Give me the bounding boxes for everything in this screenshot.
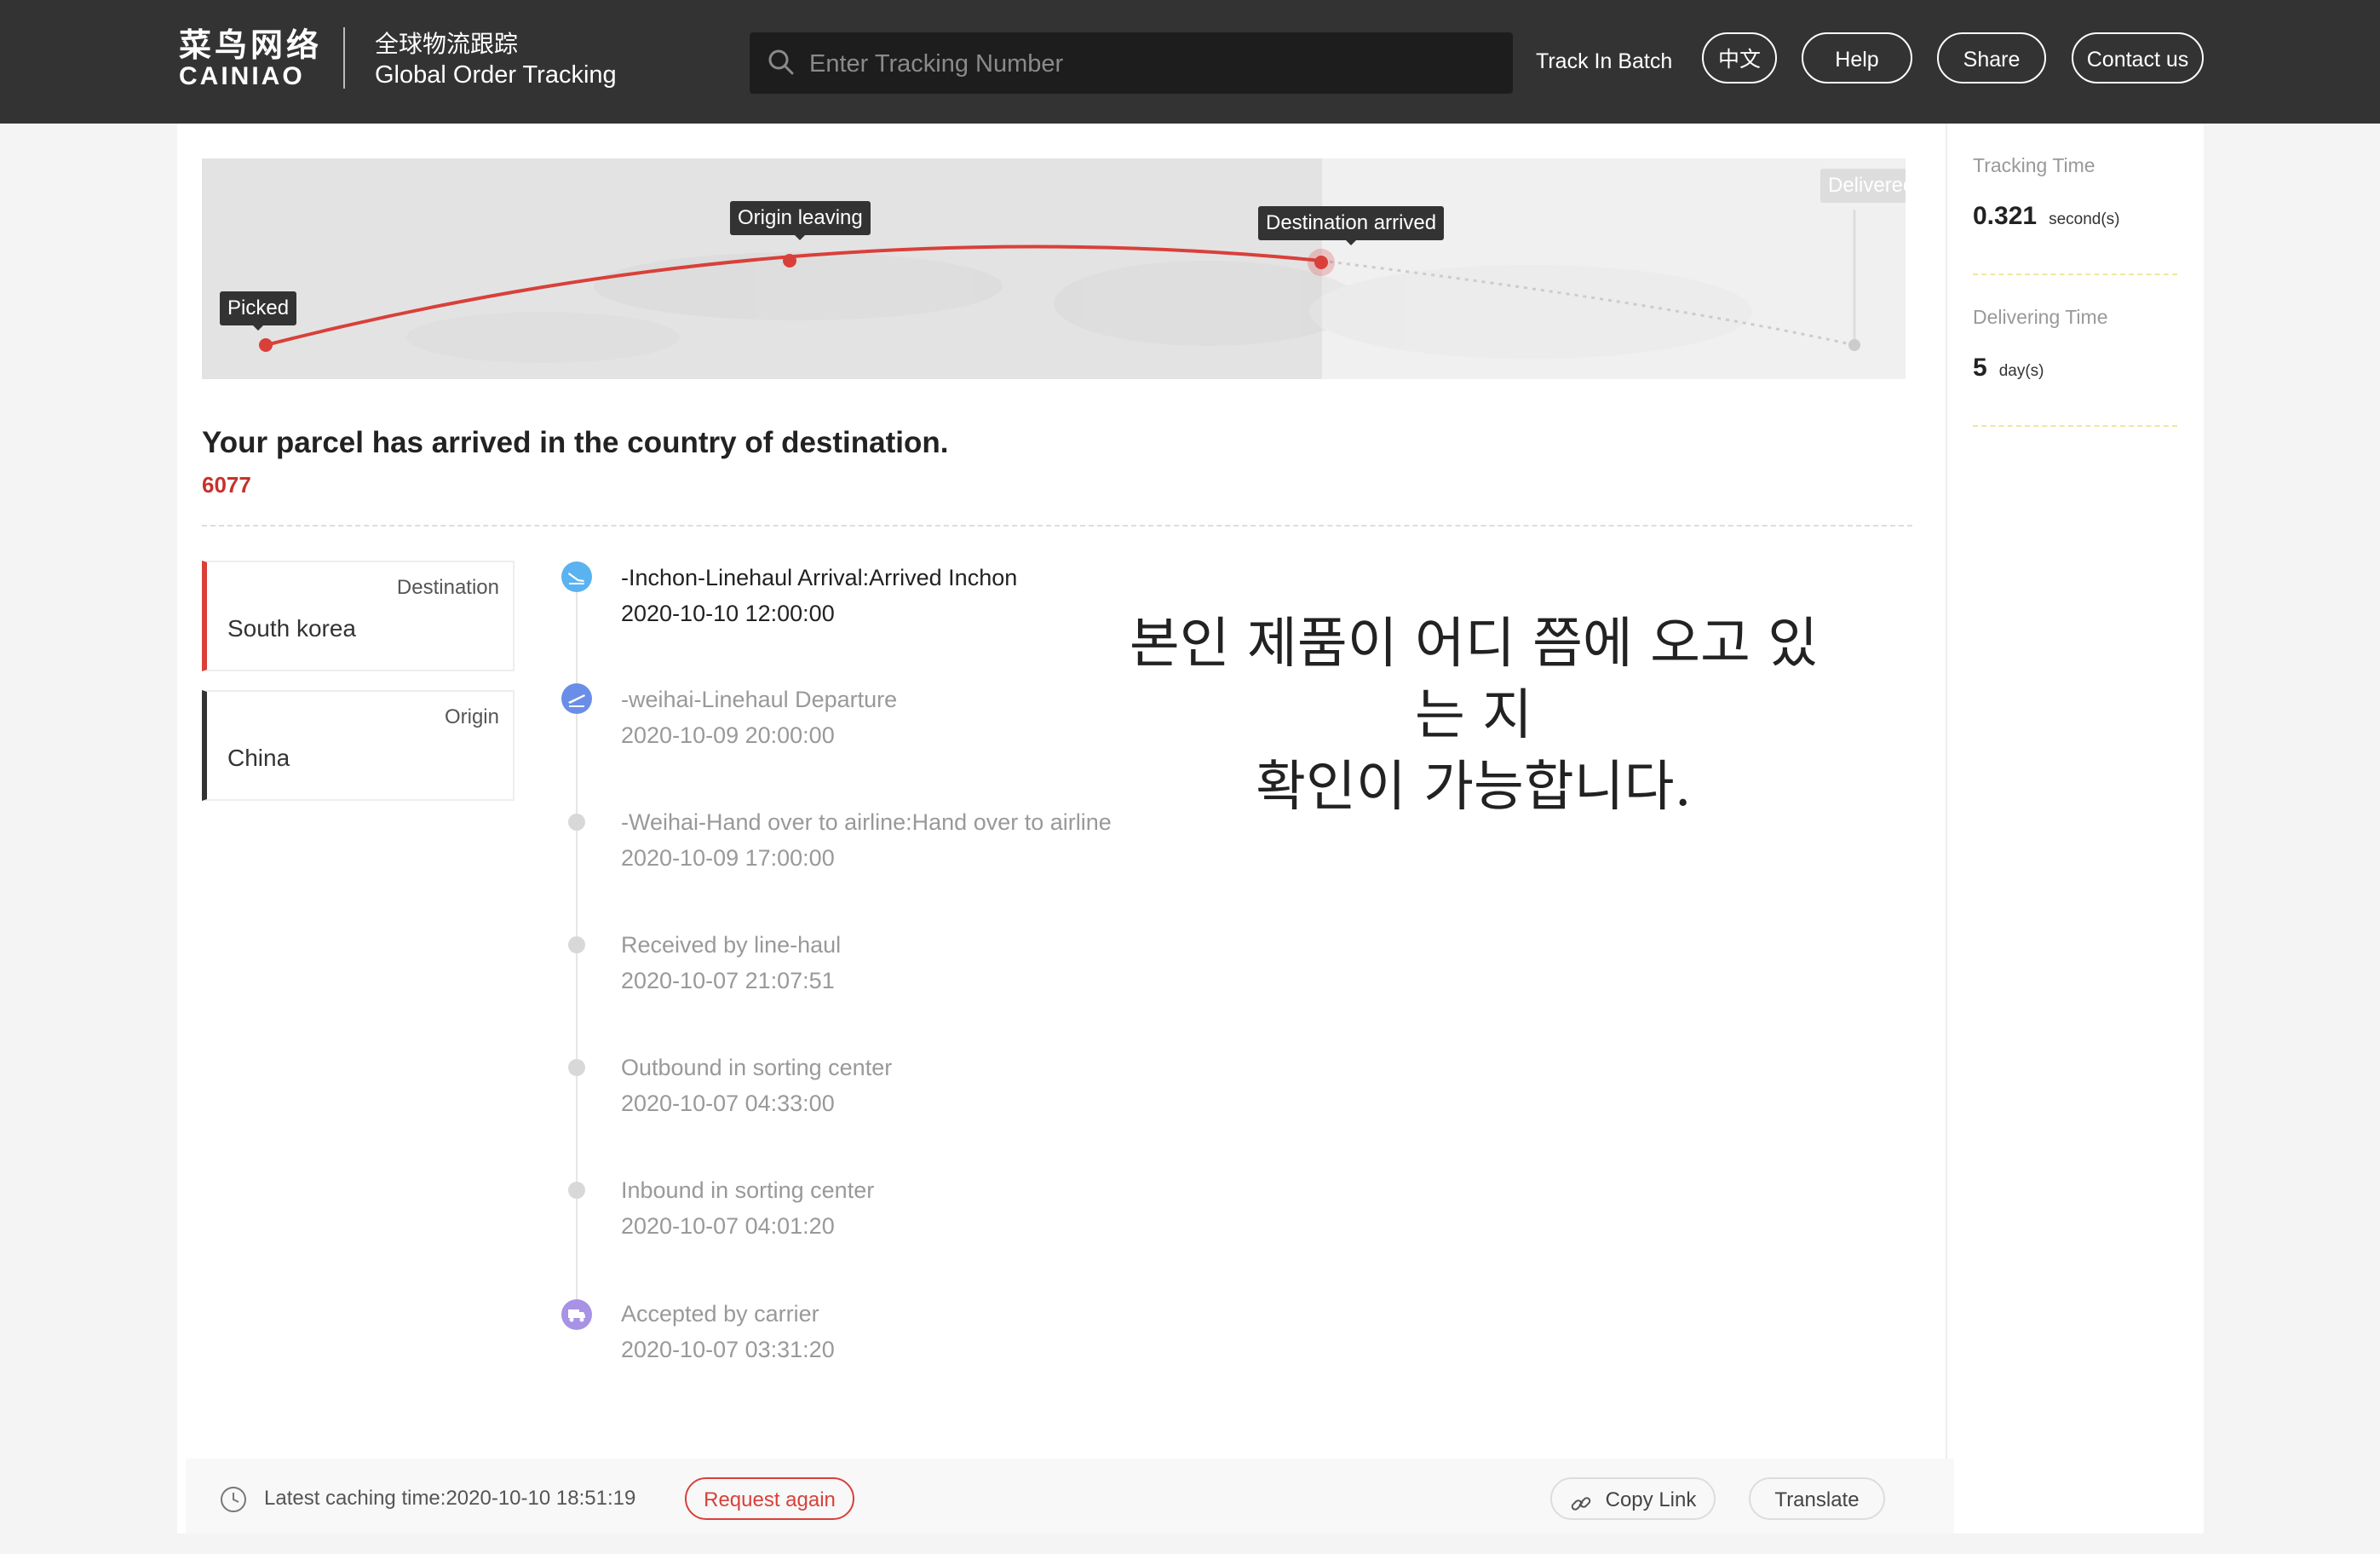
stage-label-delivered: Delivered: [1820, 169, 1906, 203]
stage-label-picked: Picked: [220, 291, 297, 331]
destination-arrived-point: [1314, 256, 1328, 269]
annotation-line-1: 본인 제품이 어디 쯤에 오고 있는 지: [1129, 613, 1819, 747]
dot-icon: [568, 814, 585, 831]
dot-icon: [568, 1059, 585, 1076]
track-in-batch-link[interactable]: Track In Batch: [1536, 49, 1672, 74]
share-button[interactable]: Share: [1937, 32, 2046, 83]
event-title: -weihai-Linehaul Departure: [621, 687, 898, 712]
sidebar-divider: [1973, 425, 2177, 427]
delivering-time-unit: day(s): [1998, 362, 2044, 380]
event-time: 2020-10-07 21:07:51: [621, 968, 835, 993]
link-icon: [1569, 1488, 1593, 1531]
tracking-code: 6077: [202, 472, 251, 498]
stage-label-destination-arrived: Destination arrived: [1258, 206, 1445, 245]
event-title: -Weihai-Hand over to airline:Hand over t…: [621, 809, 1112, 835]
search-bar: [750, 32, 1513, 95]
event-time: 2020-10-10 12:00:00: [621, 601, 835, 626]
world-map-texture: [406, 252, 1752, 363]
destination-value: South korea: [227, 615, 356, 642]
copy-link-button[interactable]: Copy Link: [1550, 1477, 1716, 1520]
delivering-time-label: Delivering Time: [1973, 306, 2108, 328]
event-time: 2020-10-09 17:00:00: [621, 845, 835, 871]
origin-label: Origin: [444, 705, 499, 728]
logo-english: CAINIAO: [179, 62, 305, 90]
delivered-point: [1848, 339, 1860, 351]
route-map-svg: [259, 210, 1860, 363]
event-title: Inbound in sorting center: [621, 1177, 875, 1203]
origin-leaving-point: [783, 254, 796, 268]
picked-point: [259, 338, 273, 352]
language-button[interactable]: 中文: [1702, 32, 1777, 83]
top-bar: 菜鸟网络 CAINIAO 全球物流跟踪 Global Order Trackin…: [0, 0, 2380, 124]
search-icon[interactable]: [767, 48, 796, 81]
event-time: 2020-10-07 03:31:20: [621, 1337, 835, 1362]
stage-label-origin-leaving: Origin leaving: [730, 201, 871, 240]
tracking-time-value: 0.321 second(s): [1973, 202, 2120, 231]
dot-icon: [568, 936, 585, 953]
cainiao-logo[interactable]: 菜鸟网络 CAINIAO: [179, 29, 322, 90]
help-button[interactable]: Help: [1802, 32, 1912, 83]
annotation-line-2: 확인이 가능합니다.: [1256, 756, 1692, 819]
tracking-number-input[interactable]: [808, 32, 1492, 95]
event-title: Accepted by carrier: [621, 1301, 819, 1327]
tracking-time-label: Tracking Time: [1973, 154, 2095, 176]
annotation-text: 본인 제품이 어디 쯤에 오고 있는 지 확인이 가능합니다.: [1116, 608, 1831, 823]
tracking-time-number: 0.321: [1973, 202, 2038, 230]
destination-label: Destination: [396, 576, 499, 599]
origin-box: Origin China: [202, 690, 515, 801]
event-time: 2020-10-09 20:00:00: [621, 722, 835, 748]
origin-value: China: [227, 745, 290, 771]
copy-link-label: Copy Link: [1605, 1488, 1697, 1511]
delivering-time-number: 5: [1973, 354, 1987, 382]
stats-sidebar: Tracking Time 0.321 second(s) Delivering …: [1946, 124, 2204, 1534]
app-title-english: Global Order Tracking: [375, 61, 617, 89]
plane-takeoff-icon: [561, 683, 592, 714]
logo-divider: [343, 27, 345, 89]
dot-icon: [568, 1182, 585, 1199]
clock-icon: [219, 1485, 248, 1518]
event-time: 2020-10-07 04:01:20: [621, 1213, 835, 1239]
event-title: -Inchon-Linehaul Arrival:Arrived Inchon: [621, 565, 1018, 590]
app-title: 全球物流跟踪 Global Order Tracking: [375, 29, 617, 90]
event-title: Outbound in sorting center: [621, 1055, 893, 1080]
event-time: 2020-10-07 04:33:00: [621, 1091, 835, 1116]
translate-button[interactable]: Translate: [1749, 1477, 1885, 1520]
contact-us-button[interactable]: Contact us: [2072, 32, 2204, 83]
status-headline: Your parcel has arrived in the country o…: [202, 426, 949, 459]
truck-icon: [561, 1299, 592, 1330]
latest-caching-time: Latest caching time:2020-10-10 18:51:19: [264, 1487, 636, 1510]
event-title: Received by line-haul: [621, 932, 842, 958]
destination-box: Destination South korea: [202, 561, 515, 671]
app-title-chinese: 全球物流跟踪: [375, 31, 519, 57]
sidebar-divider: [1973, 273, 2177, 275]
delivering-time-value: 5 day(s): [1973, 354, 2044, 383]
plane-landing-icon: [561, 561, 592, 592]
request-again-button[interactable]: Request again: [685, 1477, 854, 1520]
section-divider: [202, 525, 1912, 527]
tracking-time-unit: second(s): [2049, 210, 2120, 228]
logo-chinese: 菜鸟网络: [179, 28, 323, 64]
route-map: Picked Origin leaving Destination arrive…: [202, 158, 1906, 379]
